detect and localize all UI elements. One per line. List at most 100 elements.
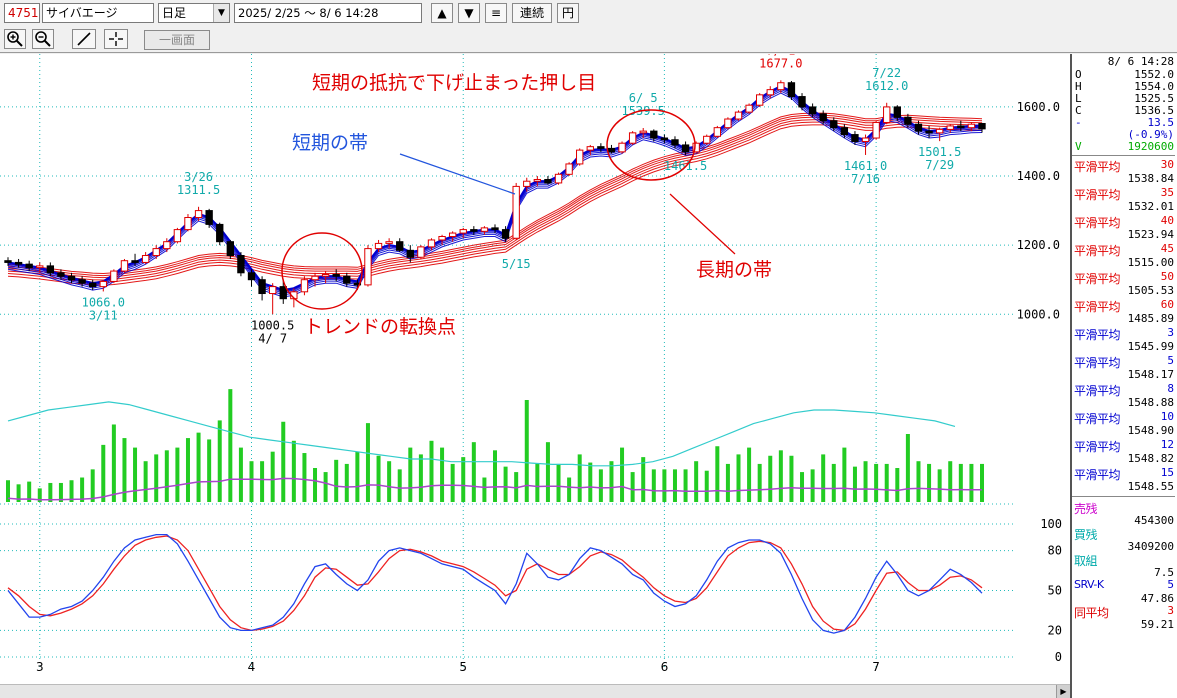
candle-body	[311, 275, 319, 281]
y-tick-label: 1400.0	[1017, 169, 1060, 183]
candle-body	[544, 178, 552, 184]
candle-body	[205, 210, 213, 225]
volume-bar	[503, 466, 508, 502]
candle-body	[851, 134, 859, 142]
volume-bar	[323, 472, 328, 502]
draw-line-button[interactable]	[72, 29, 96, 49]
candle-body	[755, 94, 764, 106]
candle-body	[120, 260, 129, 272]
scroll-down-button[interactable]: ▼	[458, 3, 480, 23]
candle-body	[946, 125, 954, 130]
buy-balance-value: 3409200	[1127, 540, 1174, 553]
price-extreme-label: 1000.5	[251, 318, 294, 332]
volume-bar	[757, 463, 762, 502]
volume-bar	[334, 459, 339, 502]
candle-body	[226, 241, 235, 257]
candle-body	[194, 210, 203, 219]
x-month-label: 5	[459, 660, 467, 674]
chart-area[interactable]: 1600.01400.01200.01000.01008050200345678…	[0, 54, 1070, 698]
candle-body	[163, 241, 171, 250]
candle-body	[703, 135, 711, 144]
candle-body	[173, 229, 182, 243]
candle-body	[893, 106, 901, 118]
candle-body	[787, 82, 796, 98]
volume-bar	[641, 457, 646, 502]
candle-body	[89, 282, 97, 288]
scroll-right-arrow[interactable]: ▶	[1056, 685, 1070, 698]
price-extreme-label: 7/22	[872, 66, 901, 80]
zoom-in-button[interactable]	[4, 29, 26, 49]
period-select-value: 日足	[162, 6, 187, 20]
date-range-field[interactable]: 2025/ 2/25 ～ 8/ 6 14:28	[234, 3, 422, 23]
candle-body	[417, 246, 425, 258]
volume-bar	[969, 463, 974, 502]
candle-body	[766, 89, 774, 96]
price-extreme-label: 1501.5	[918, 145, 961, 159]
srvk-label: SRV-K	[1074, 578, 1104, 591]
volume-bar	[535, 463, 540, 502]
short-ma-line	[7, 88, 983, 294]
volume-bar	[111, 424, 116, 502]
candle-body	[777, 82, 785, 91]
volume-bar	[90, 469, 95, 502]
candle-body	[607, 147, 616, 153]
candle-body	[78, 279, 86, 284]
volume-bar	[249, 461, 254, 502]
scroll-up-button[interactable]: ▲	[431, 3, 453, 23]
sell-balance-label: 売残	[1074, 502, 1098, 516]
zoom-out-button[interactable]	[32, 29, 54, 49]
candle-body	[597, 146, 605, 149]
candle-body	[925, 130, 933, 134]
price-extreme-label: 3/26	[184, 170, 213, 184]
volume-bar	[694, 461, 699, 502]
candle-body	[978, 123, 986, 130]
candle-body	[14, 261, 23, 265]
continuous-button[interactable]: 連続	[512, 3, 552, 23]
menu-button[interactable]: ≡	[485, 3, 507, 23]
volume-bar	[704, 470, 709, 502]
volume-bar	[217, 420, 222, 502]
chevron-down-icon[interactable]: ▼	[213, 4, 229, 22]
candle-body	[374, 242, 383, 250]
volume-bar	[958, 463, 963, 502]
volume-bar	[567, 477, 572, 502]
single-screen-button[interactable]: 一画面	[144, 30, 210, 50]
volume-bar	[800, 472, 805, 502]
chart-canvas[interactable]: 1600.01400.01200.01000.01008050200345678…	[0, 54, 1070, 684]
candle-body	[914, 123, 923, 132]
candle-body	[618, 142, 626, 153]
candle-body	[258, 279, 266, 295]
volume-bar	[302, 453, 307, 502]
volume-bar	[789, 455, 794, 502]
panel-divider	[1072, 155, 1175, 156]
srvk-period: 5	[1167, 578, 1174, 591]
candle-body	[840, 127, 849, 136]
candle-body	[639, 130, 647, 134]
crosshair-button[interactable]	[104, 29, 128, 49]
volume-bar	[387, 461, 392, 502]
stock-code-input[interactable]: 4751	[4, 3, 40, 23]
candle-body	[671, 139, 679, 146]
stochastic-tick-label: 50	[1048, 584, 1062, 598]
yen-button[interactable]: 円	[557, 3, 579, 23]
volume-bar	[556, 463, 561, 502]
price-extreme-label: 1677.0	[759, 56, 802, 70]
volume-bar	[927, 463, 932, 502]
volume-bar	[450, 463, 455, 502]
candle-body	[448, 232, 457, 238]
stock-name-field[interactable]: サイバエージ	[42, 3, 154, 23]
candle-body	[533, 178, 542, 182]
volume-bar	[397, 469, 402, 502]
stochastic-tick-label: 100	[1040, 517, 1062, 531]
period-select[interactable]: 日足 ▼	[158, 3, 230, 23]
price-extreme-label: 1311.5	[177, 183, 220, 197]
ma-value: 1548.90	[1127, 424, 1174, 437]
candle-body	[57, 272, 65, 277]
price-extreme-label: 3/11	[89, 308, 118, 322]
candle-body	[237, 255, 245, 274]
horizontal-scrollbar[interactable]: ▶	[0, 684, 1070, 698]
candle-body	[268, 286, 277, 295]
ma-label: 平滑平均	[1074, 188, 1121, 202]
ma-value: 1515.00	[1127, 256, 1174, 269]
price-extreme-label: 1066.0	[82, 295, 125, 309]
